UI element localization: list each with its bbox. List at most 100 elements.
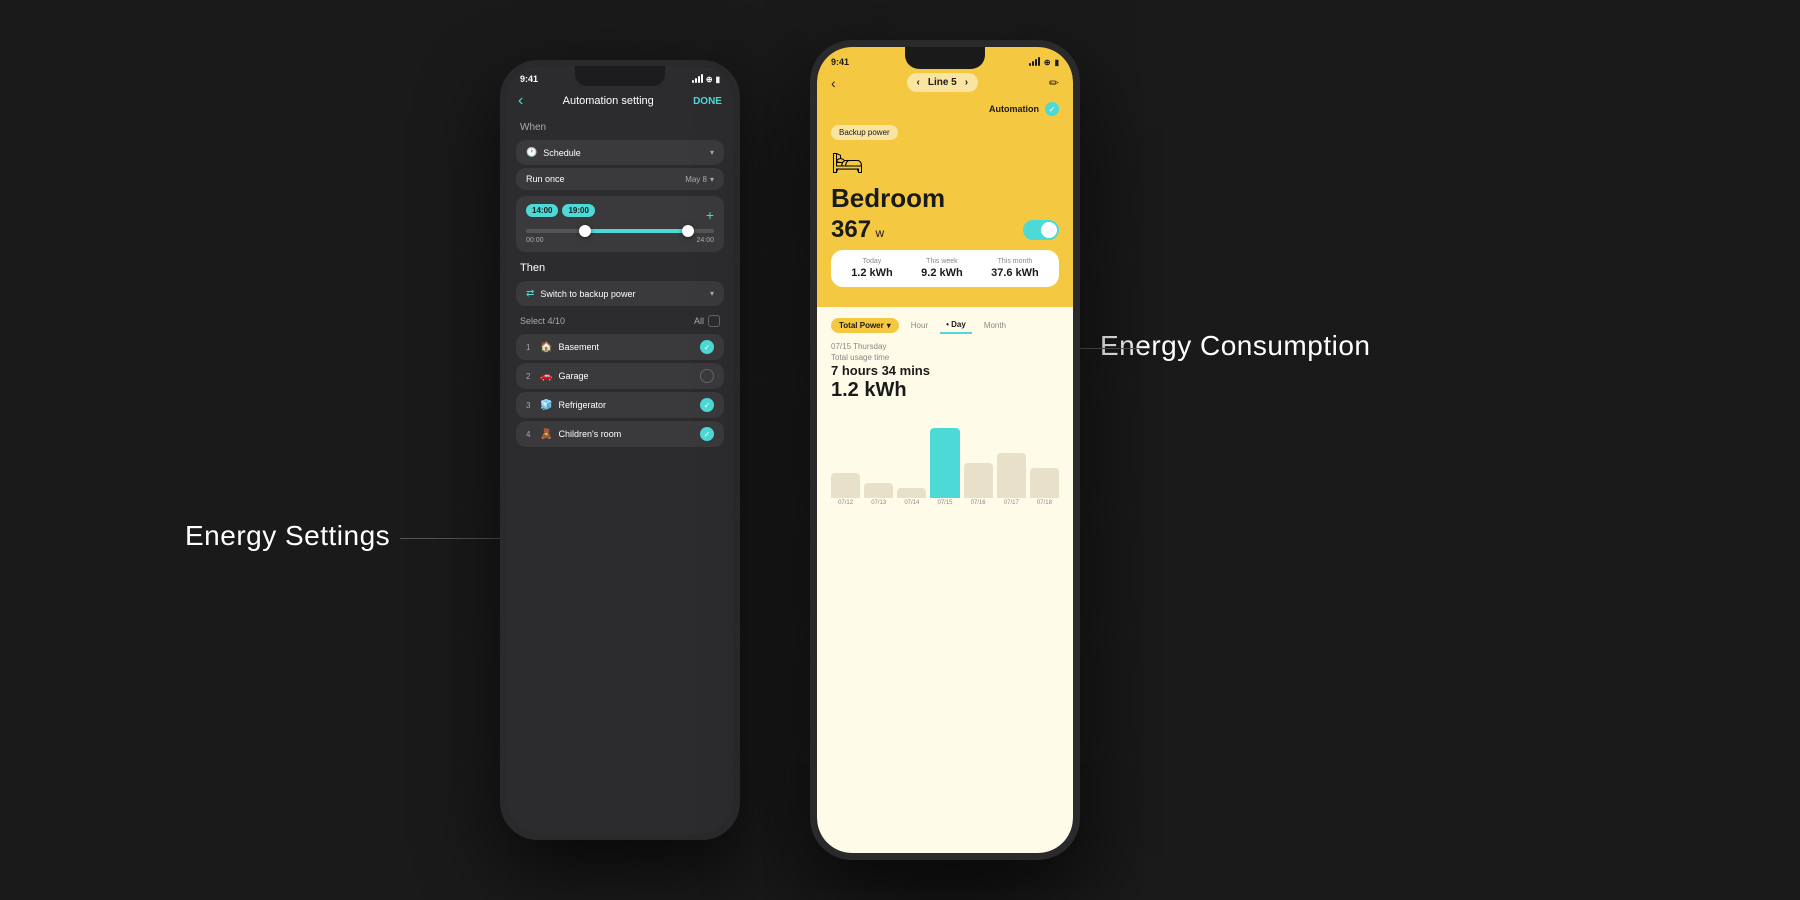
garage-icon: 🚗	[540, 371, 552, 382]
phone1-notch	[575, 66, 665, 86]
bar-0715	[930, 428, 959, 498]
schedule-dropdown[interactable]: 🕐 Schedule ▾	[516, 140, 724, 165]
signal-icon	[692, 75, 703, 83]
slider-labels: 00:00 24:00	[526, 237, 714, 244]
bar-date-0715: 07/15	[937, 500, 952, 506]
slider-thumb-end[interactable]	[682, 225, 694, 237]
signal-icon-2	[1029, 58, 1040, 66]
page-title-1: Automation setting	[563, 95, 654, 107]
automation-label: Automation	[989, 104, 1039, 114]
watt-value: 367	[831, 216, 871, 243]
back-button-2[interactable]: ‹	[831, 75, 836, 91]
done-button[interactable]: DONE	[693, 96, 722, 107]
line-label: Line 5	[928, 77, 957, 88]
switch-icon: ⇄	[526, 288, 534, 299]
run-once-row[interactable]: Run once May 8 ▾	[516, 168, 724, 190]
phone1-screen: 9:41 ⊕ ▮ ‹ Automation setting DONE When	[506, 66, 734, 834]
refrigerator-icon: 🧊	[540, 400, 552, 411]
bedroom-row: 367 w	[831, 216, 1059, 244]
all-label: All	[694, 316, 704, 326]
bar-col-0718: 07/18	[1030, 468, 1059, 506]
room-num-2: 2	[526, 372, 534, 381]
day-filter[interactable]: • Day	[940, 317, 972, 334]
slider-fill	[582, 229, 685, 233]
toggle-knob	[1041, 222, 1057, 238]
month-filter[interactable]: Month	[978, 318, 1012, 333]
select-all-row[interactable]: All	[694, 315, 720, 327]
bar-date-0718: 07/18	[1037, 500, 1052, 506]
switch-backup-row[interactable]: ⇄ Switch to backup power ▾	[516, 281, 724, 306]
stat-month-value: 37.6 kWh	[991, 267, 1039, 279]
hour-filter[interactable]: Hour	[905, 318, 934, 333]
clock-icon: 🕐	[526, 147, 537, 158]
when-label: When	[506, 118, 734, 137]
chevron-down-icon: ▾	[710, 148, 714, 157]
stat-today-label: Today	[851, 258, 893, 265]
slider-thumb-start[interactable]	[579, 225, 591, 237]
room-check-childrens-room[interactable]: ✓	[700, 427, 714, 441]
watt-display: 367 w	[831, 216, 884, 244]
time-slider-area: 14:00 19:00 + 00:00 24:00	[516, 196, 724, 252]
select-all-checkbox[interactable]	[708, 315, 720, 327]
bar-0717	[997, 453, 1026, 498]
connector-line-right	[1070, 348, 1150, 349]
bar-col-0715: 07/15	[930, 428, 959, 506]
stat-month: This month 37.6 kWh	[991, 258, 1039, 279]
room-name-childrens-room: Children's room	[558, 429, 694, 439]
room-check-garage[interactable]	[700, 369, 714, 383]
phone-energy: 9:41 ⊕ ▮ ‹ ‹ Line 5	[810, 40, 1080, 860]
bar-chart: 07/12 07/13 07/14 07/15 07/16	[831, 410, 1059, 510]
automation-check-icon: ✓	[1045, 102, 1059, 116]
app-header-1: ‹ Automation setting DONE	[506, 88, 734, 118]
edit-icon[interactable]: ✏	[1049, 76, 1059, 90]
room-item-basement[interactable]: 1 🏠 Basement ✓	[516, 334, 724, 360]
automation-row: Automation ✓	[831, 102, 1059, 116]
watt-unit: w	[876, 226, 885, 240]
status-icons-1: ⊕ ▮	[692, 75, 720, 84]
time-slider-track[interactable]	[526, 229, 714, 233]
bar-col-0713: 07/13	[864, 483, 893, 506]
run-once-label: Run once	[526, 174, 565, 184]
bar-date-0713: 07/13	[871, 500, 886, 506]
line-next-icon[interactable]: ›	[965, 77, 968, 88]
backup-badge-row: Backup power	[831, 122, 1059, 148]
phone-automation: 9:41 ⊕ ▮ ‹ Automation setting DONE When	[500, 60, 740, 840]
status-icons-2: ⊕ ▮	[1029, 57, 1059, 67]
room-name-basement: Basement	[558, 342, 694, 352]
room-check-refrigerator[interactable]: ✓	[700, 398, 714, 412]
line-selector[interactable]: ‹ Line 5 ›	[907, 73, 979, 92]
power-toggle[interactable]	[1023, 220, 1059, 240]
bar-date-0717: 07/17	[1004, 500, 1019, 506]
room-item-garage[interactable]: 2 🚗 Garage	[516, 363, 724, 389]
room-check-basement[interactable]: ✓	[700, 340, 714, 354]
filter-chevron-icon: ▾	[887, 321, 891, 330]
select-header: Select 4/10 All	[506, 309, 734, 331]
stat-today: Today 1.2 kWh	[851, 258, 893, 279]
white-section: Total Power ▾ Hour • Day Month 07/15 Thu…	[817, 307, 1073, 853]
bar-0716	[964, 463, 993, 498]
back-button-1[interactable]: ‹	[518, 92, 523, 110]
room-name-refrigerator: Refrigerator	[558, 400, 694, 410]
add-time-button[interactable]: +	[706, 207, 714, 223]
bar-0718	[1030, 468, 1059, 498]
room-num-4: 4	[526, 430, 534, 439]
room-item-refrigerator[interactable]: 3 🧊 Refrigerator ✓	[516, 392, 724, 418]
room-item-childrens-room[interactable]: 4 🧸 Children's room ✓	[516, 421, 724, 447]
phone2-screen: 9:41 ⊕ ▮ ‹ ‹ Line 5	[817, 47, 1073, 853]
room-name-garage: Garage	[558, 371, 694, 381]
bar-col-0712: 07/12	[831, 473, 860, 506]
usage-time-value: 7 hours 34 mins	[831, 363, 1059, 378]
date-selector[interactable]: May 8 ▾	[685, 175, 714, 184]
total-power-button[interactable]: Total Power ▾	[831, 318, 899, 333]
line-prev-icon[interactable]: ‹	[917, 77, 920, 88]
time-end-tag: 19:00	[562, 204, 594, 217]
wifi-icon-2: ⊕	[1044, 58, 1051, 67]
schedule-label: Schedule	[543, 148, 581, 158]
bar-col-0716: 07/16	[964, 463, 993, 506]
room-num-3: 3	[526, 401, 534, 410]
bar-0713	[864, 483, 893, 498]
energy-consumption-label: Energy Consumption	[1100, 330, 1370, 362]
energy-settings-label: Energy Settings	[185, 520, 390, 552]
bar-col-0714: 07/14	[897, 488, 926, 506]
battery-icon: ▮	[716, 75, 720, 84]
